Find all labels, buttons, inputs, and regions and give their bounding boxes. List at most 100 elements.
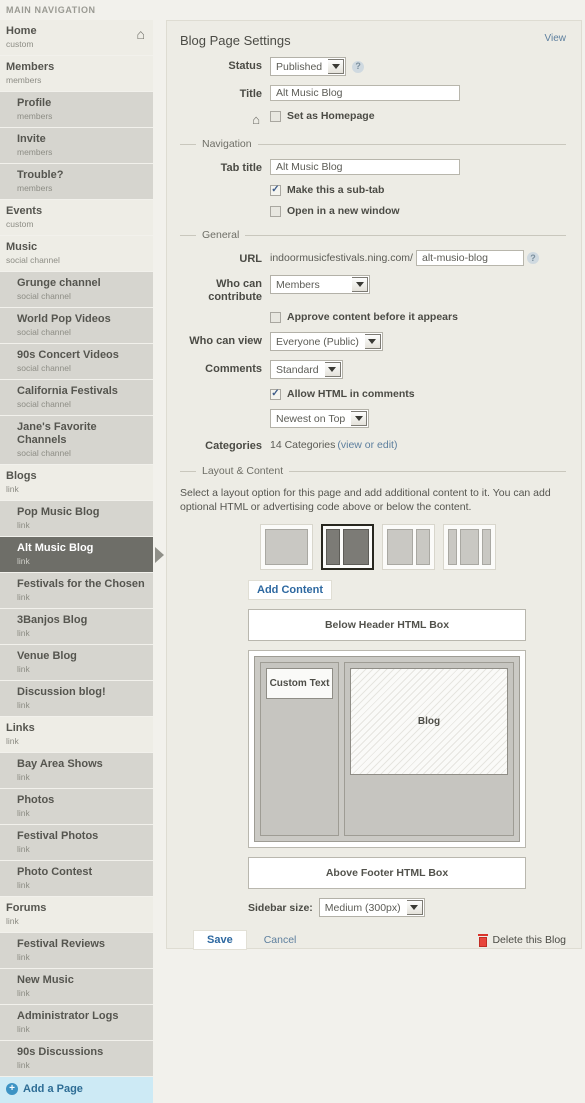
sidebar-item-administrator-logs[interactable]: Administrator Logs link <box>0 1005 153 1040</box>
sidebar-item-subtitle: link <box>17 628 30 638</box>
sidebar-item-alt-music-blog[interactable]: Alt Music Blog link <box>0 537 164 572</box>
allow-html-checkbox[interactable]: ✓ <box>270 388 281 400</box>
cancel-link[interactable]: Cancel <box>264 934 297 946</box>
allow-html-row: ✓ Allow HTML in comments <box>180 388 566 400</box>
sidebar-item-subtitle: link <box>6 916 19 926</box>
sidebar-item-profile[interactable]: Profile members <box>0 92 153 127</box>
sidebar-item-subtitle: link <box>17 700 30 710</box>
sidebar-item-pop-music-blog[interactable]: Pop Music Blog link <box>0 501 153 536</box>
save-button[interactable]: Save <box>193 930 247 950</box>
sidebar-item-label: Profile <box>17 97 52 109</box>
sidebar-item-subtitle: social channel <box>17 327 71 337</box>
sidebar-item-bay-area-shows[interactable]: Bay Area Shows link <box>0 753 153 788</box>
layout-thumbnail-content-right-sidebar[interactable] <box>382 524 435 570</box>
status-select[interactable]: Published <box>270 57 347 76</box>
sidebar-item-label: Home <box>6 25 37 37</box>
sidebar-item-jane-s-favorite-channels[interactable]: Jane's Favorite Channels social channel <box>0 416 153 464</box>
sidebar-item-music[interactable]: Music social channel <box>0 236 153 271</box>
sidebar-size-select[interactable]: Medium (300px) <box>318 898 425 917</box>
sidebar-item-grunge-channel[interactable]: Grunge channel social channel <box>0 272 153 307</box>
add-content-button[interactable]: Add Content <box>248 580 332 600</box>
home-icon: ⌂ <box>136 26 145 42</box>
url-slug-input[interactable] <box>415 250 524 266</box>
sidebar-size-row: Sidebar size: Medium (300px) <box>248 898 566 917</box>
sidebar-item-subtitle: link <box>17 1024 30 1034</box>
sidebar-item-subtitle: social channel <box>17 291 71 301</box>
delete-blog-button[interactable]: Delete this Blog <box>478 933 566 947</box>
sidebar-item-world-pop-videos[interactable]: World Pop Videos social channel <box>0 308 153 343</box>
sidebar-item-subtitle: link <box>6 484 19 494</box>
blog-page-settings-panel: Blog Page Settings View Status Published… <box>166 20 582 950</box>
open-new-window-checkbox[interactable] <box>270 205 281 217</box>
title-label: Title <box>239 88 262 100</box>
status-row: Status Published ? <box>180 57 566 76</box>
layout-thumbnail-two-column[interactable] <box>321 524 374 570</box>
blog-module[interactable]: Blog <box>350 668 508 775</box>
sidebar-item-venue-blog[interactable]: Venue Blog link <box>0 645 153 680</box>
sidebar-item-discussion-blog[interactable]: Discussion blog! link <box>0 681 153 716</box>
sidebar-item-events[interactable]: Events custom <box>0 200 153 235</box>
who-can-view-row: Who can view Everyone (Public) <box>180 332 566 351</box>
status-help-icon[interactable]: ? <box>352 60 365 73</box>
sidebar-item-subtitle: link <box>17 808 30 818</box>
sidebar-item-3banjos-blog[interactable]: 3Banjos Blog link <box>0 609 153 644</box>
comments-row: Comments Standard <box>180 360 566 379</box>
sidebar-item-label: Alt Music Blog <box>17 542 94 554</box>
sidebar-item-festival-reviews[interactable]: Festival Reviews link <box>0 933 153 968</box>
url-help-icon[interactable]: ? <box>526 252 539 264</box>
sidebar-item-home[interactable]: Home custom ⌂ <box>0 20 153 55</box>
sidebar-item-label: Photo Contest <box>17 866 93 878</box>
set-as-homepage-checkbox[interactable] <box>270 110 281 122</box>
sidebar-item-links[interactable]: Links link <box>0 717 153 752</box>
new-window-row: Open in a new window <box>180 205 566 217</box>
make-sub-tab-label: Make this a sub-tab <box>287 184 385 196</box>
who-can-contribute-select[interactable]: Members <box>270 275 370 294</box>
above-footer-html-box[interactable]: Above Footer HTML Box <box>248 857 526 889</box>
categories-view-or-edit-link[interactable]: (view or edit) <box>337 437 397 451</box>
who-can-view-select[interactable]: Everyone (Public) <box>270 332 383 351</box>
chevron-down-icon <box>328 59 345 74</box>
tab-title-input[interactable] <box>270 159 460 175</box>
title-input[interactable] <box>270 85 460 101</box>
sidebar-item-blogs[interactable]: Blogs link <box>0 465 153 500</box>
chevron-down-icon <box>406 900 423 915</box>
sidebar-item-90s-concert-videos[interactable]: 90s Concert Videos social channel <box>0 344 153 379</box>
layout-preview: Custom Text Blog <box>248 650 526 848</box>
layout-thumbnail-three-column[interactable] <box>443 524 496 570</box>
layout-thumbnail-list <box>260 524 566 570</box>
sidebar-item-subtitle: members <box>6 75 42 85</box>
sidebar-item-trouble[interactable]: Trouble? members <box>0 164 153 199</box>
approve-row: Approve content before it appears <box>180 311 566 323</box>
sidebar-item-photos[interactable]: Photos link <box>0 789 153 824</box>
sidebar-item-label: Members <box>6 61 55 73</box>
sidebar-item-forums[interactable]: Forums link <box>0 897 153 932</box>
sidebar-item-subtitle: link <box>6 736 19 746</box>
sidebar-item-new-music[interactable]: New Music link <box>0 969 153 1004</box>
set-as-homepage-label: Set as Homepage <box>287 110 375 122</box>
comments-select[interactable]: Standard <box>270 360 343 379</box>
sidebar-item-festivals-for-the-chosen[interactable]: Festivals for the Chosen link <box>0 573 153 608</box>
sidebar-item-label: Invite <box>17 133 46 145</box>
sidebar-item-subtitle: social channel <box>17 448 71 458</box>
layout-thumbnail-one-column[interactable] <box>260 524 313 570</box>
sidebar-item-california-festivals[interactable]: California Festivals social channel <box>0 380 153 415</box>
add-a-page-button[interactable]: + Add a Page <box>0 1077 153 1103</box>
sidebar-item-festival-photos[interactable]: Festival Photos link <box>0 825 153 860</box>
add-a-page-label: Add a Page <box>23 1083 83 1095</box>
custom-text-module[interactable]: Custom Text <box>266 668 333 699</box>
sidebar-item-invite[interactable]: Invite members <box>0 128 153 163</box>
approve-content-checkbox[interactable] <box>270 311 281 323</box>
sidebar-item-members[interactable]: Members members <box>0 56 153 91</box>
sidebar-item-label: 90s Discussions <box>17 1046 104 1058</box>
sidebar-item-90s-discussions[interactable]: 90s Discussions link <box>0 1041 153 1076</box>
sidebar-item-photo-contest[interactable]: Photo Contest link <box>0 861 153 896</box>
view-link[interactable]: View <box>545 33 567 44</box>
sidebar-item-subtitle: link <box>17 556 30 566</box>
below-header-html-box[interactable]: Below Header HTML Box <box>248 609 526 641</box>
page-title: Blog Page Settings <box>180 33 291 48</box>
make-sub-tab-checkbox[interactable]: ✓ <box>270 184 281 196</box>
sidebar-item-subtitle: link <box>17 664 30 674</box>
comment-order-row: Newest on Top <box>180 409 566 428</box>
sidebar-item-subtitle: link <box>17 520 30 530</box>
comment-order-select[interactable]: Newest on Top <box>270 409 370 428</box>
